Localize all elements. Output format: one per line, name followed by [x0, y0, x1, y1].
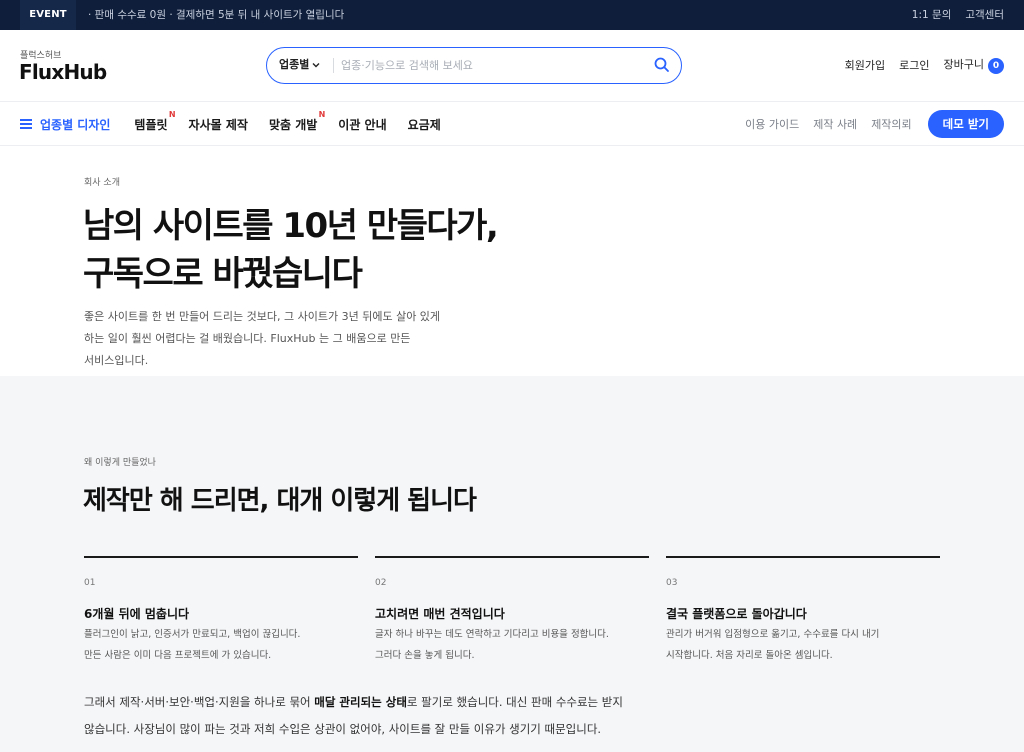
guide-link[interactable]: 이용 가이드: [745, 116, 799, 132]
search-category-dropdown[interactable]: 업종별: [279, 48, 320, 83]
problem-desc-line: 만든 사람은 이미 다음 프로젝트에 가 있습니다.: [84, 650, 272, 661]
hero-desc-line: 서비스입니다.: [84, 354, 149, 367]
cart-count-badge: 0: [988, 58, 1004, 74]
why-conclusion-line: 않습니다. 사장님이 많이 파는 것과 저희 수입은 상관이 없어야, 사이트를…: [84, 722, 602, 736]
nav-item-templates[interactable]: 템플릿 N: [134, 110, 175, 133]
why-conclusion-line: 그래서 제작·서버·보안·백업·지원을 하나로 묶어 매달 관리되는 상태로 팔…: [84, 689, 724, 716]
event-text[interactable]: · 판매 수수료 0원 · 결제하면 5분 뒤 내 사이트가 열립니다: [88, 0, 344, 30]
nav-item-own-mall[interactable]: 자사몰 제작: [189, 116, 248, 133]
nav-item-custom-dev[interactable]: 맞춤 개발 N: [268, 110, 325, 133]
why-section: 왜 이렇게 만들었나 제작만 해 드리면, 대개 이렇게 됩니다 01 6개월 …: [0, 376, 1024, 752]
customer-center-link[interactable]: 고객센터: [965, 0, 1004, 30]
problem-desc: 관리가 버거워 입점형으로 옮기고, 수수료를 다시 내기 시작합니다. 처음 …: [666, 624, 956, 666]
problem-number: 02: [375, 578, 387, 588]
hero-desc-line: 좋은 사이트를 한 번 만들어 드리는 것보다, 그 사이트가 3년 뒤에도 살…: [84, 310, 441, 323]
why-title: 제작만 해 드리면, 대개 이렇게 됩니다: [83, 486, 477, 516]
problem-title: 6개월 뒤에 멈춥니다: [84, 607, 190, 621]
problem-desc: 글자 하나 바꾸는 데도 연락하고 기다리고 비용을 정합니다. 그러다 손을 …: [375, 624, 665, 666]
category-menu-label: 업종별 디자인: [40, 117, 111, 132]
chevron-down-icon: [312, 49, 320, 83]
problem-desc-line: 관리가 버거워 입점형으로 옮기고, 수수료를 다시 내기: [666, 629, 880, 640]
nav-item-label: 자사몰 제작: [188, 117, 248, 132]
logo[interactable]: FluxHub: [19, 60, 107, 84]
nav-item-label: 요금제: [407, 117, 441, 132]
problem-desc: 플러그인이 낡고, 인증서가 만료되고, 백업이 끊깁니다. 만든 사람은 이미…: [84, 624, 374, 666]
event-bar: EVENT · 판매 수수료 0원 · 결제하면 5분 뒤 내 사이트가 열립니…: [0, 0, 1024, 30]
search-input[interactable]: [341, 54, 641, 76]
hero-desc-line: 하는 일이 훨씬 어렵다는 걸 배웠습니다. FluxHub 는 그 배움으로 …: [84, 332, 411, 345]
event-badge: EVENT: [20, 0, 76, 30]
request-link[interactable]: 제작의뢰: [871, 116, 911, 132]
nav-left: 업종별 디자인 템플릿 N 자사몰 제작 맞춤 개발 N 이관 안내 요금제: [20, 102, 462, 146]
nav-item-label: 템플릿: [134, 117, 168, 132]
new-badge: N: [318, 109, 326, 119]
inquiry-link[interactable]: 1:1 문의: [912, 0, 952, 30]
cases-link[interactable]: 제작 사례: [813, 116, 857, 132]
hero-title-line: 구독으로 바꿨습니다: [83, 254, 363, 294]
problem-desc-line: 플러그인이 낡고, 인증서가 만료되고, 백업이 끊깁니다.: [84, 629, 301, 640]
signup-link[interactable]: 회원가입: [845, 57, 885, 73]
cart-link[interactable]: 장바구니 0: [944, 56, 1004, 74]
problem-desc-line: 시작합니다. 처음 자리로 돌아온 셈입니다.: [666, 650, 833, 661]
login-link[interactable]: 로그인: [899, 57, 929, 73]
cart-label: 장바구니: [943, 58, 984, 71]
why-conclusion-emphasis: 매달 관리되는 상태: [314, 695, 407, 709]
nav-item-pricing[interactable]: 요금제: [408, 116, 441, 133]
why-eyebrow: 왜 이렇게 만들었나: [84, 458, 156, 468]
problem-card: 01 6개월 뒤에 멈춥니다 플러그인이 낡고, 인증서가 만료되고, 백업이 …: [84, 556, 358, 661]
event-links: 1:1 문의 고객센터: [912, 0, 1004, 30]
hero-title-line: 남의 사이트를 10년 만들다가,: [83, 206, 499, 246]
hero-description: 좋은 사이트를 한 번 만들어 드리는 것보다, 그 사이트가 3년 뒤에도 살…: [84, 306, 504, 372]
problem-title: 결국 플랫폼으로 돌아갑니다: [666, 607, 807, 621]
search-divider: [333, 58, 334, 73]
problem-number: 01: [84, 578, 96, 588]
nav-right: 이용 가이드 제작 사례 제작의뢰 데모 받기: [745, 102, 1004, 146]
problem-card: 02 고치려면 매번 견적입니다 글자 하나 바꾸는 데도 연락하고 기다리고 …: [375, 556, 649, 661]
why-conclusion-text: 그래서 제작·서버·보안·백업·지원을 하나로 묶어: [84, 695, 315, 709]
header: 플럭스허브 FluxHub 업종별 회원가입 로그인 장바구니0: [0, 30, 1024, 102]
nav-item-migration[interactable]: 이관 안내: [338, 116, 386, 133]
problem-title: 고치려면 매번 견적입니다: [375, 607, 505, 621]
hero-title: 남의 사이트를 10년 만들다가, 구독으로 바꿨습니다: [83, 202, 499, 298]
problem-card: 03 결국 플랫폼으로 돌아갑니다 관리가 버거워 입점형으로 옮기고, 수수료…: [666, 556, 940, 661]
main-nav: 업종별 디자인 템플릿 N 자사몰 제작 맞춤 개발 N 이관 안내 요금제 이용 …: [0, 102, 1024, 146]
nav-item-label: 맞춤 개발: [268, 117, 318, 132]
search-bar: 업종별: [266, 47, 682, 84]
demo-button[interactable]: 데모 받기: [927, 110, 1004, 138]
problem-number: 03: [666, 578, 678, 588]
new-badge: N: [168, 109, 176, 119]
nav-item-label: 이관 안내: [338, 117, 387, 132]
problem-desc-line: 글자 하나 바꾸는 데도 연락하고 기다리고 비용을 정합니다.: [375, 629, 609, 640]
menu-icon: [20, 119, 32, 129]
why-conclusion: 그래서 제작·서버·보안·백업·지원을 하나로 묶어 매달 관리되는 상태로 팔…: [84, 689, 724, 743]
category-menu-button[interactable]: 업종별 디자인: [20, 116, 110, 133]
auth-links: 회원가입 로그인 장바구니 0: [845, 56, 1004, 74]
problem-desc-line: 그러다 손을 놓게 됩니다.: [375, 650, 475, 661]
hero-eyebrow: 회사 소개: [84, 178, 120, 188]
search-category-label: 업종별: [279, 58, 310, 71]
why-conclusion-text: 로 팔기로 했습니다. 대신 판매 수수료는 받지: [406, 695, 623, 709]
hero-section: 회사 소개 남의 사이트를 10년 만들다가, 구독으로 바꿨습니다 좋은 사이…: [0, 146, 1024, 376]
search-icon[interactable]: [653, 56, 671, 74]
